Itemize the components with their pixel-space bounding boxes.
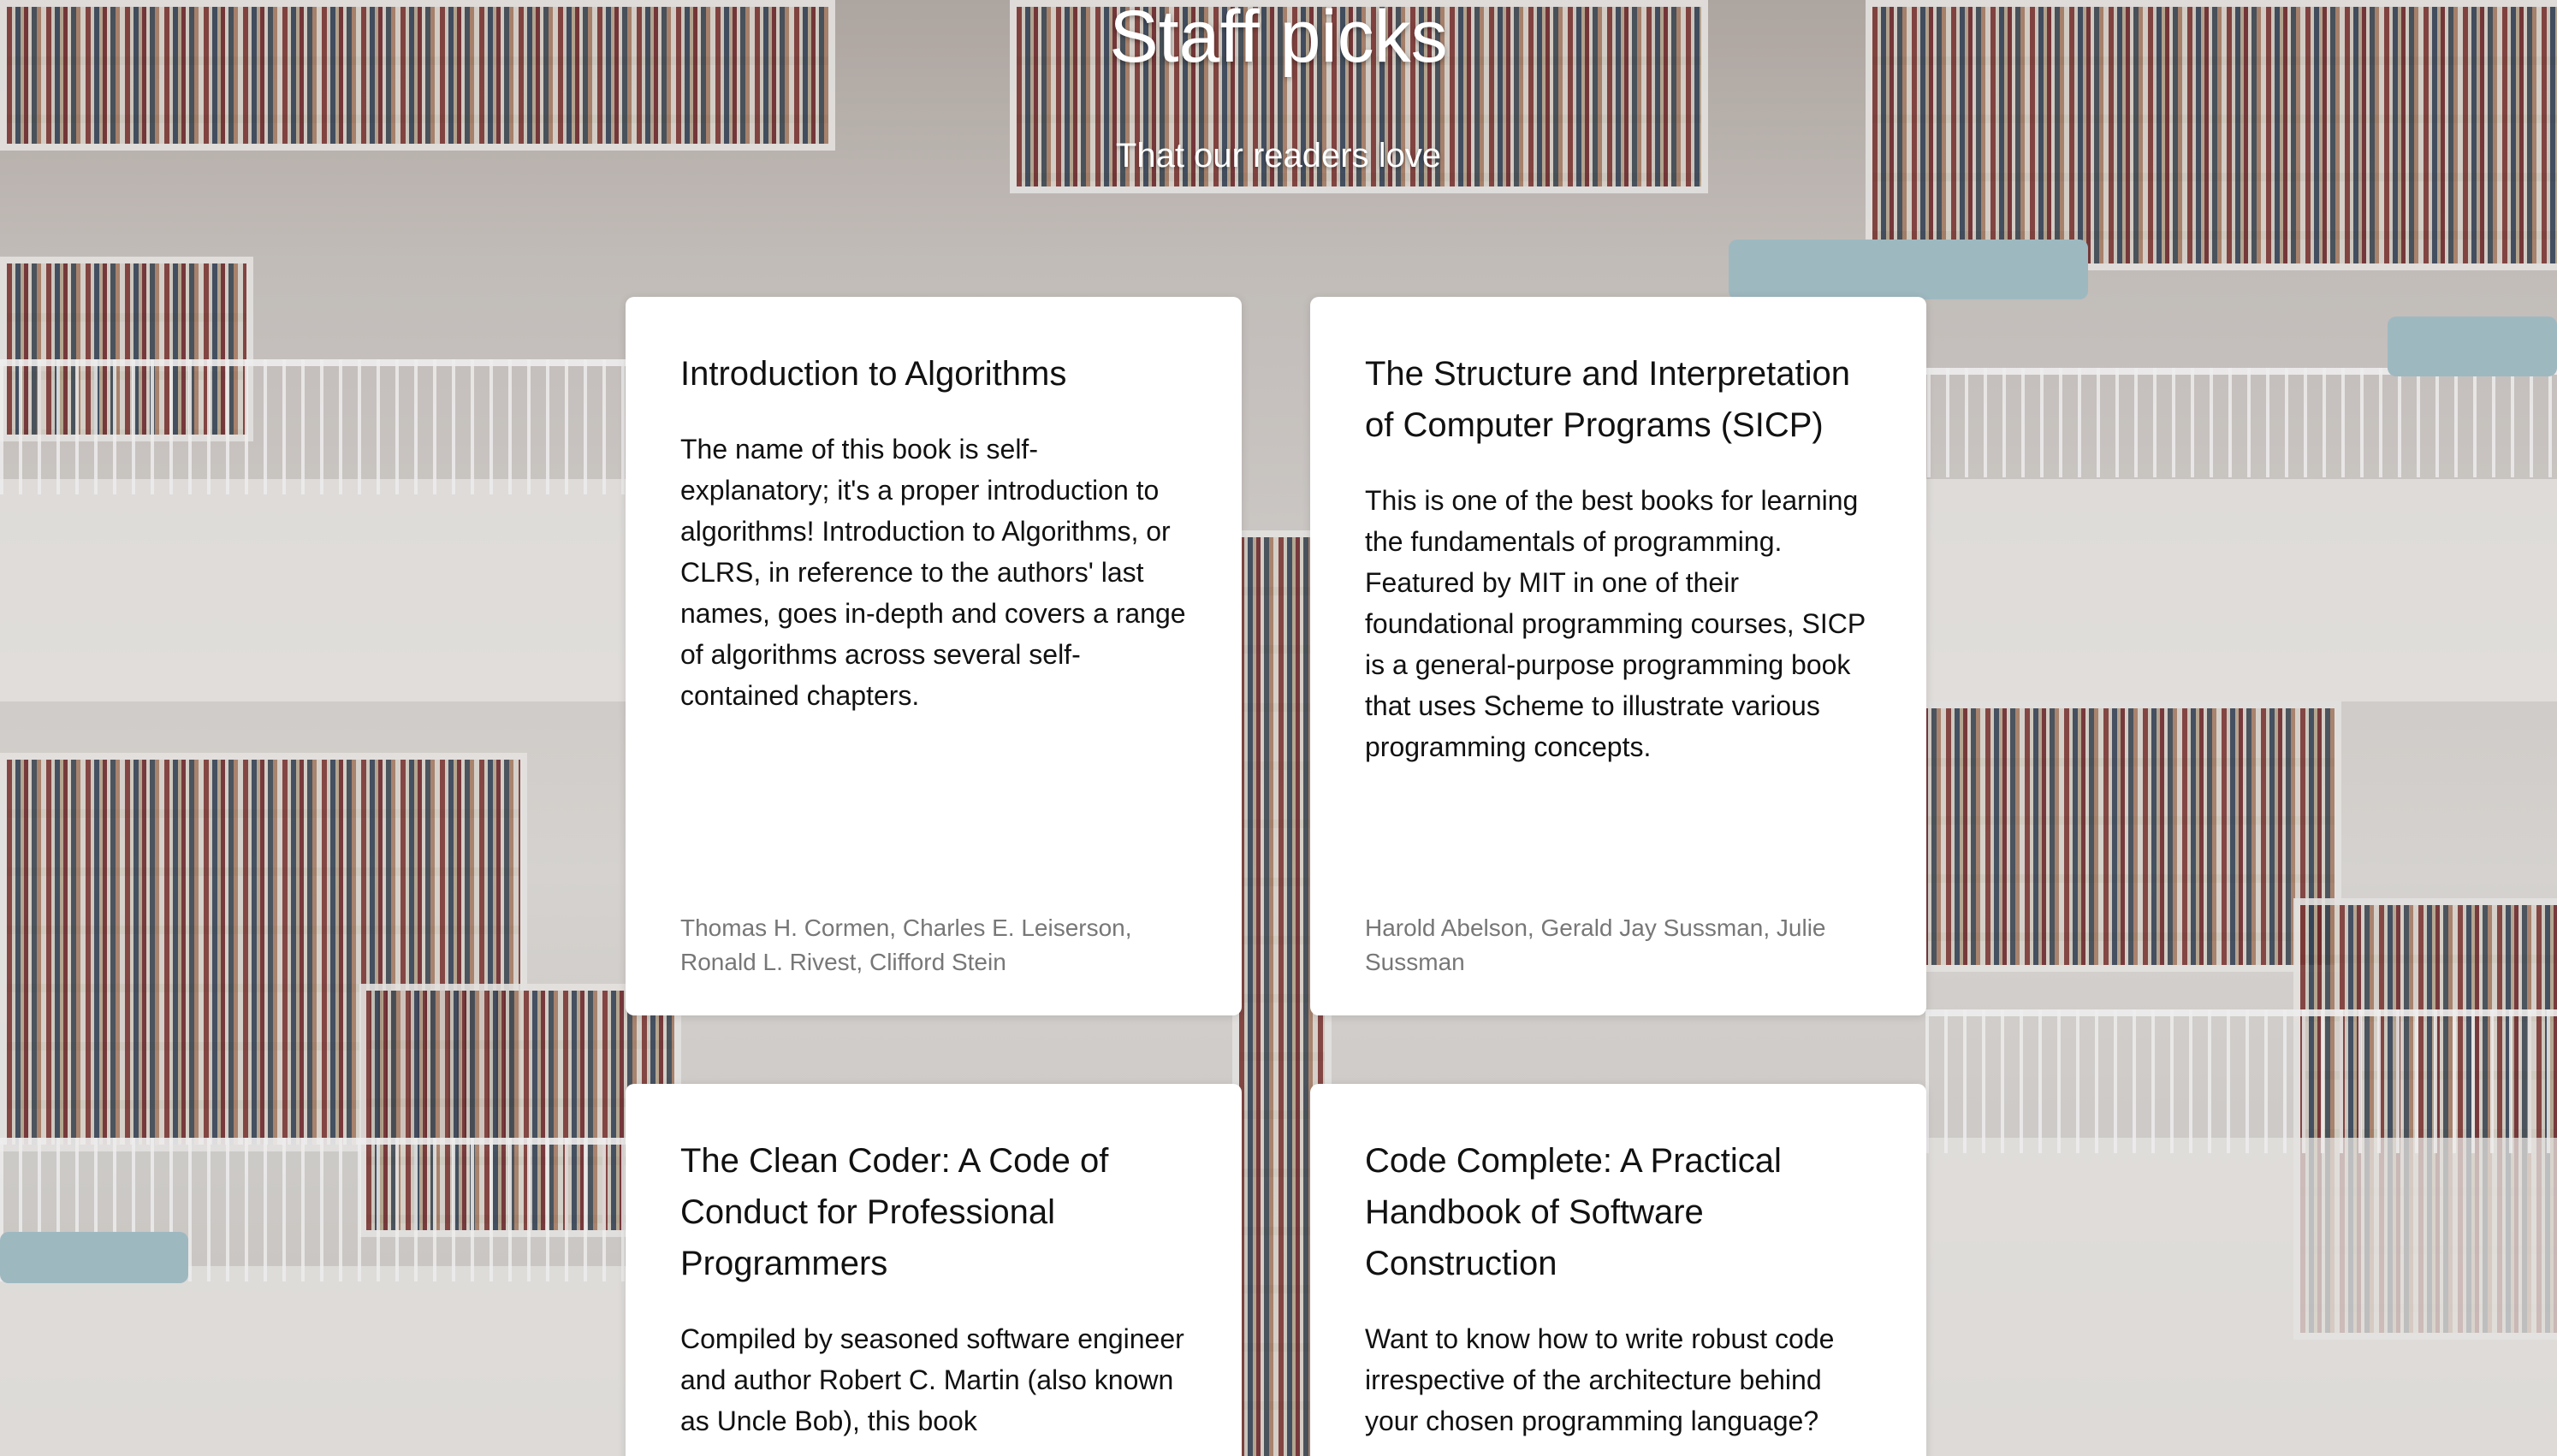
library-background-image [0,0,2557,1456]
book-authors: Thomas H. Cormen, Charles E. Leiserson, … [680,914,1132,975]
book-description: The name of this book is self-explanator… [680,434,1186,711]
book-card[interactable]: The Clean Coder: A Code of Conduct for P… [626,1084,1242,1456]
book-description: This is one of the best books for learni… [1365,485,1866,762]
book-title: Code Complete: A Practical Handbook of S… [1365,1142,1782,1282]
book-card[interactable]: Code Complete: A Practical Handbook of S… [1310,1084,1926,1456]
book-title: The Structure and Interpretation of Comp… [1365,355,1850,444]
book-description: Compiled by seasoned software engineer a… [680,1323,1184,1436]
book-authors: Harold Abelson, Gerald Jay Sussman, Juli… [1365,914,1826,975]
background-overlay [0,0,2557,1456]
page-subtitle: That our readers love [1115,137,1442,175]
book-description: Want to know how to write robust code ir… [1365,1323,1835,1436]
book-title: The Clean Coder: A Code of Conduct for P… [680,1142,1109,1282]
book-title: Introduction to Algorithms [680,355,1067,393]
book-card[interactable]: Introduction to Algorithms The name of t… [626,297,1242,1015]
book-card[interactable]: The Structure and Interpretation of Comp… [1310,297,1926,1015]
page-title: Staff picks [1109,0,1448,78]
